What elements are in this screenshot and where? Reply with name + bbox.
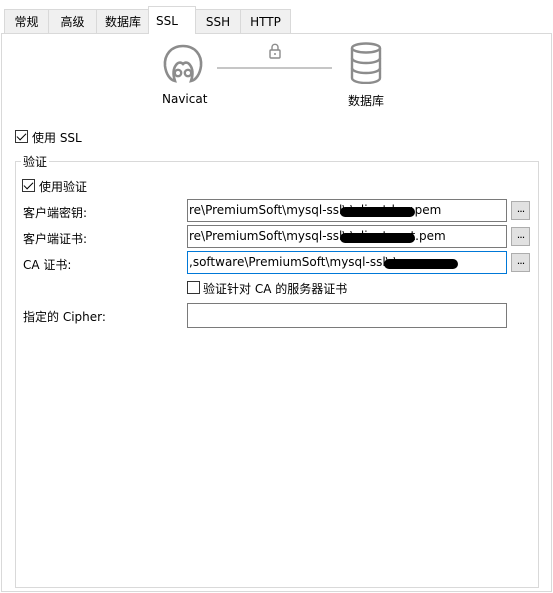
redaction-mark [340,207,415,217]
auth-group-title: 验证 [21,153,50,170]
cipher-label: 指定的 Cipher: [23,310,106,324]
navicat-label: Navicat [162,92,208,106]
database-label: 数据库 [348,94,385,108]
tab-bar: 常规 高级 数据库 SSL SSH HTTP [0,0,553,34]
verify-ca-label: 验证针对 CA 的服务器证书 [203,282,348,296]
ca-cert-browse-button[interactable]: ... [511,253,530,272]
tab-database[interactable]: 数据库 [96,9,150,33]
tab-ssh[interactable]: SSH [195,9,241,33]
client-cert-label: 客户端证书: [23,232,88,246]
redaction-mark [340,233,415,243]
use-auth-label: 使用验证 [39,180,88,194]
use-auth-checkbox[interactable] [22,179,35,192]
ca-cert-label: CA 证书: [23,258,72,272]
tab-general[interactable]: 常规 [4,9,49,33]
client-key-browse-button[interactable]: ... [511,201,530,220]
verify-ca-checkbox[interactable] [187,281,200,294]
use-ssl-label: 使用 SSL [32,131,82,145]
client-cert-browse-button[interactable]: ... [511,227,530,246]
redaction-mark [384,259,458,269]
lock-icon [269,43,281,59]
connection-line [217,67,332,69]
tab-advanced[interactable]: 高级 [48,9,97,33]
tab-ssl[interactable]: SSL [148,6,196,34]
navicat-logo-icon [163,44,203,83]
ca-cert-field[interactable]: ,software\PremiumSoft\mysql-ssl\ \ca.pem [187,251,507,274]
database-icon [350,42,382,84]
use-ssl-checkbox[interactable] [15,130,28,143]
tab-http[interactable]: HTTP [240,9,291,33]
client-key-label: 客户端密钥: [23,206,88,220]
cipher-field[interactable] [187,303,507,328]
